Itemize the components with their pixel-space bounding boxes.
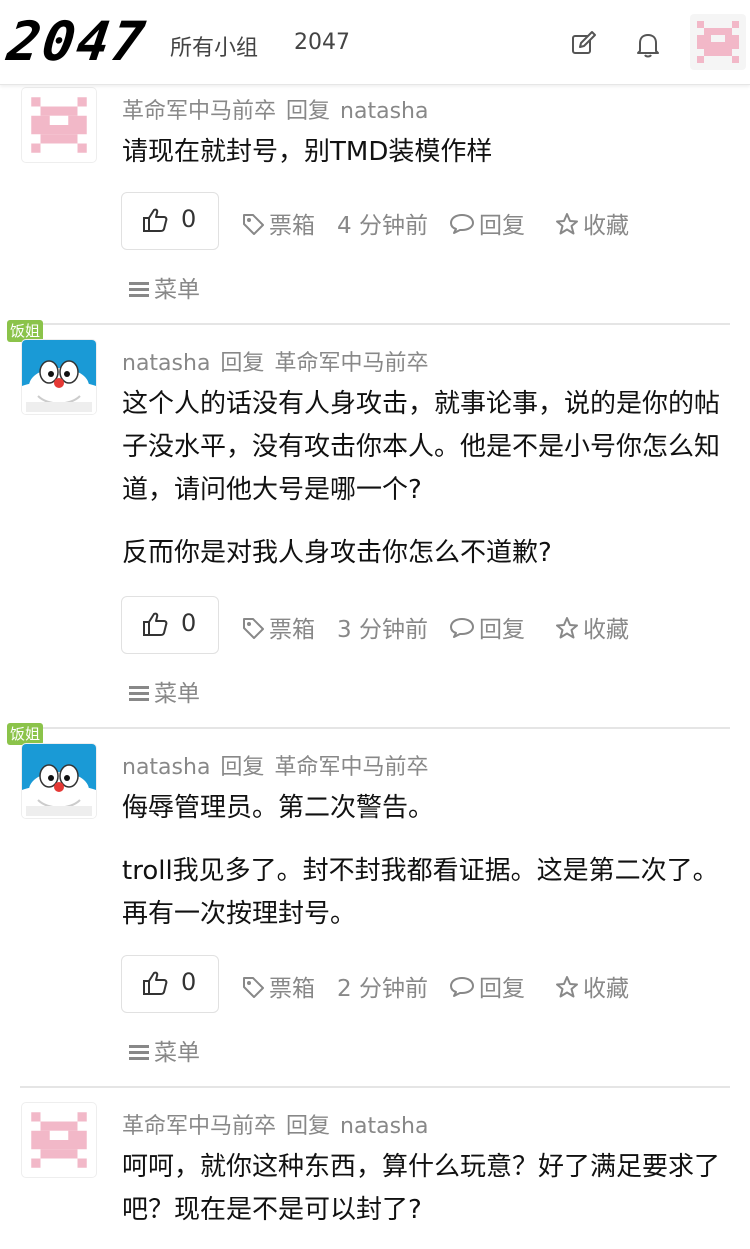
thumbs-up-icon [143, 971, 168, 995]
comment-paragraph: troll我见多了。封不封我都看证据。这是第二次了。再有一次按理封号。 [122, 856, 719, 929]
author-name[interactable]: natasha [122, 755, 210, 780]
comment-paragraph: 请现在就封号，别TMD装模作样 [122, 137, 493, 167]
avatar[interactable] [22, 1103, 96, 1177]
reply-button[interactable]: 回复 [449, 610, 525, 644]
hamburger-icon [129, 686, 149, 701]
nav-all-groups[interactable]: 所有小组 [170, 30, 258, 62]
reply-button[interactable]: 回复 [449, 206, 525, 240]
menu-button[interactable]: 菜单 [128, 1033, 200, 1067]
hamburger-icon [129, 1045, 149, 1060]
like-count: 0 [181, 968, 197, 996]
author-name[interactable]: natasha [122, 351, 210, 376]
comment-paragraph: 侮辱管理员。第二次警告。 [122, 793, 435, 823]
like-count: 0 [181, 609, 197, 637]
comment-actions: 0 票箱 2 分钟前 回复 收藏 [121, 955, 721, 1013]
comment-divider [20, 1086, 730, 1088]
comment-paragraph: 呵呵，就你这种东西，算什么玩意？好了满足要求了吧？现在是不是可以封了? [122, 1152, 721, 1225]
comment-divider [20, 323, 730, 325]
avatar[interactable] [22, 88, 96, 162]
reply-label: 回复 [286, 99, 331, 124]
ticket-button[interactable]: 票箱 [241, 969, 315, 1003]
reply-label: 回复 [220, 755, 265, 780]
star-icon [556, 976, 578, 998]
comment-divider [20, 727, 730, 729]
favorite-button[interactable]: 收藏 [555, 969, 629, 1003]
like-button[interactable]: 0 [121, 596, 219, 654]
user-avatar[interactable] [690, 14, 746, 70]
reply-to-name[interactable]: natasha [340, 1114, 428, 1139]
comment-meta: 革命军中马前卒 回复 natasha [122, 1108, 438, 1140]
menu-button[interactable]: 菜单 [128, 270, 200, 304]
chat-bubble-icon [450, 977, 474, 997]
thumbs-up-icon [143, 208, 168, 232]
comment-time: 2 分钟前 [337, 976, 428, 1002]
comment-meta: 革命军中马前卒 回复 natasha [122, 93, 438, 125]
edit-icon[interactable] [570, 30, 598, 58]
author-name[interactable]: 革命军中马前卒 [122, 99, 276, 124]
comment-meta: natasha 回复 革命军中马前卒 [122, 345, 438, 377]
avatar[interactable] [22, 340, 96, 414]
bell-icon[interactable] [634, 30, 662, 58]
tag-icon [243, 977, 264, 998]
comment-time: 4 分钟前 [337, 213, 428, 239]
reply-button[interactable]: 回复 [449, 969, 525, 1003]
avatar[interactable] [22, 744, 96, 818]
like-button[interactable]: 0 [121, 192, 219, 250]
nav-home-link[interactable]: 2047 [294, 30, 350, 55]
star-icon [556, 213, 578, 235]
comment-body: 请现在就封号，别TMD装模作样 [122, 131, 722, 174]
tag-icon [243, 214, 264, 235]
role-badge: 饭姐 [7, 320, 43, 342]
ticket-button[interactable]: 票箱 [241, 206, 315, 240]
comment-actions: 0 票箱 4 分钟前 回复 收藏 [121, 192, 721, 250]
reply-label: 回复 [286, 1114, 331, 1139]
ticket-button[interactable]: 票箱 [241, 610, 315, 644]
menu-button[interactable]: 菜单 [128, 674, 200, 708]
chat-bubble-icon [450, 618, 474, 638]
comment-meta: natasha 回复 革命军中马前卒 [122, 749, 438, 781]
comment-body: 呵呵，就你这种东西，算什么玩意？好了满足要求了吧？现在是不是可以封了? [122, 1146, 722, 1232]
tag-icon [243, 618, 264, 639]
comment-body: 这个人的话没有人身攻击，就事论事，说的是你的帖子没水平，没有攻击你本人。他是不是… [122, 383, 722, 575]
reply-to-name[interactable]: 革命军中马前卒 [274, 351, 428, 376]
reply-to-name[interactable]: natasha [340, 99, 428, 124]
reply-label: 回复 [220, 351, 265, 376]
like-count: 0 [181, 205, 197, 233]
author-name[interactable]: 革命军中马前卒 [122, 1114, 276, 1139]
thumbs-up-icon [143, 612, 168, 636]
hamburger-icon [129, 282, 149, 297]
star-icon [556, 617, 578, 639]
top-bar: 2047 所有小组 2047 [0, 0, 750, 85]
reply-to-name[interactable]: 革命军中马前卒 [274, 755, 428, 780]
comment-time: 3 分钟前 [337, 617, 428, 643]
role-badge: 饭姐 [7, 723, 43, 745]
comment-body: 侮辱管理员。第二次警告。 troll我见多了。封不封我都看证据。这是第二次了。再… [122, 787, 722, 936]
favorite-button[interactable]: 收藏 [555, 206, 629, 240]
comment-paragraph: 这个人的话没有人身攻击，就事论事，说的是你的帖子没水平，没有攻击你本人。他是不是… [122, 389, 721, 505]
comment-paragraph: 反而你是对我人身攻击你怎么不道歉? [122, 538, 552, 568]
comment-actions: 0 票箱 3 分钟前 回复 收藏 [121, 596, 721, 654]
site-logo[interactable]: 2047 [4, 10, 157, 73]
chat-bubble-icon [450, 214, 474, 234]
like-button[interactable]: 0 [121, 955, 219, 1013]
favorite-button[interactable]: 收藏 [555, 610, 629, 644]
